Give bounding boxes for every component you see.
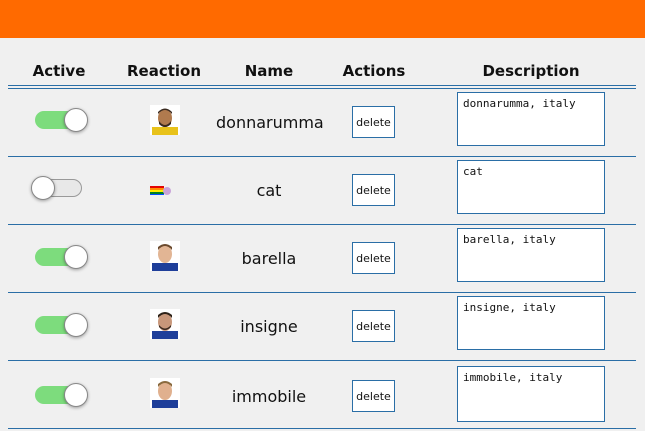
table-row: immobile delete immobile, italy [0, 360, 645, 428]
active-toggle[interactable] [35, 108, 88, 132]
row-name: cat [256, 181, 282, 200]
column-header-actions: Actions [342, 62, 406, 80]
table-row: cat delete cat [0, 156, 645, 224]
active-toggle[interactable] [31, 176, 82, 200]
toggle-knob[interactable] [31, 176, 55, 200]
column-header-description: Description [482, 62, 580, 80]
column-header-name: Name [244, 62, 294, 80]
active-toggle[interactable] [35, 313, 88, 337]
delete-button[interactable]: delete [352, 380, 395, 412]
delete-button[interactable]: delete [352, 106, 395, 138]
table-row: insigne delete insigne, italy [0, 292, 645, 360]
row-name: insigne [240, 317, 298, 336]
rainbow-flag-icon [150, 183, 172, 195]
player-avatar-icon [150, 378, 180, 408]
column-header-active: Active [32, 62, 86, 80]
row-divider [8, 428, 636, 429]
description-field[interactable]: immobile, italy [457, 366, 605, 422]
active-toggle[interactable] [35, 245, 88, 269]
description-field[interactable]: donnarumma, italy [457, 92, 605, 146]
row-name: barella [241, 249, 297, 268]
player-avatar-icon [150, 241, 180, 271]
toggle-knob[interactable] [64, 383, 88, 407]
description-field[interactable]: insigne, italy [457, 296, 605, 350]
toggle-knob[interactable] [64, 313, 88, 337]
table-row: donnarumma delete donnarumma, italy [0, 88, 645, 156]
header-divider [8, 85, 636, 86]
player-avatar-icon [150, 105, 180, 135]
description-field[interactable]: cat [457, 160, 605, 214]
active-toggle[interactable] [35, 383, 88, 407]
player-avatar-icon [150, 309, 180, 339]
row-name: immobile [231, 387, 307, 406]
description-field[interactable]: barella, italy [457, 228, 605, 282]
top-bar [0, 0, 645, 38]
delete-button[interactable]: delete [352, 310, 395, 342]
row-name: donnarumma [216, 113, 324, 132]
column-header-reaction: Reaction [126, 62, 202, 80]
toggle-knob[interactable] [64, 108, 88, 132]
delete-button[interactable]: delete [352, 242, 395, 274]
toggle-knob[interactable] [64, 245, 88, 269]
table-row: barella delete barella, italy [0, 224, 645, 292]
delete-button[interactable]: delete [352, 174, 395, 206]
